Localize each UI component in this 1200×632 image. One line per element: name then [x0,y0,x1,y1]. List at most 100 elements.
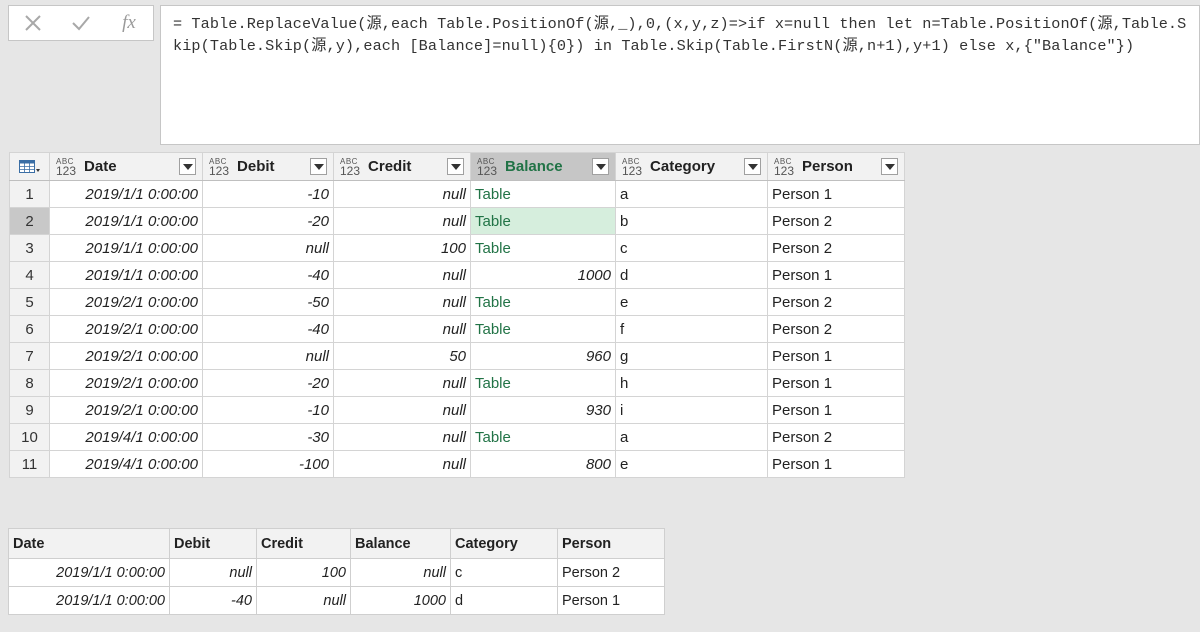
filter-dropdown-icon[interactable] [744,158,761,175]
filter-dropdown-icon[interactable] [310,158,327,175]
any-type-icon[interactable]: ABC 123 [774,157,794,177]
column-header-content[interactable]: ABC 123 Person [768,153,904,180]
cell-balance[interactable]: Table [470,423,616,451]
cell-person: Person 1 [767,450,905,478]
cell-debit: -100 [202,450,334,478]
cell-balance[interactable]: Table [470,315,616,343]
row-number[interactable]: 3 [9,234,50,262]
cell-credit: null [333,369,471,397]
preview-header-person: Person [557,528,665,559]
table-menu-icon[interactable] [10,153,49,180]
cell-category: e [615,450,768,478]
column-header-date[interactable]: ABC 123 Date [49,152,203,181]
cell-debit: -20 [202,207,334,235]
column-name: Category [650,158,716,175]
type-label-bottom: 123 [56,163,77,178]
preview-row: 2019/1/1 0:00:00 -40 null 1000 d Person 1 [8,586,665,615]
table-row[interactable]: 3 2019/1/1 0:00:00 null 100 Table c Person 2 [9,234,905,262]
any-type-icon[interactable]: ABC 123 [340,157,360,177]
table-row[interactable]: 10 2019/4/1 0:00:00 -30 null Table a Person 2 [9,423,905,451]
column-name: Balance [505,158,563,175]
column-header-category[interactable]: ABC 123 Category [615,152,768,181]
row-number[interactable]: 8 [9,369,50,397]
query-grid: ABC 123 Date ABC 123 Debit ABC 123 Credit ABC 123 B… [9,152,905,478]
table-row[interactable]: 8 2019/2/1 0:00:00 -20 null Table h Person 1 [9,369,905,397]
cell-debit: -50 [202,288,334,316]
table-row[interactable]: 6 2019/2/1 0:00:00 -40 null Table f Person 2 [9,315,905,343]
cell-debit: -10 [202,396,334,424]
cell-credit: null [333,450,471,478]
column-header-content[interactable]: ABC 123 Category [616,153,767,180]
filter-dropdown-icon[interactable] [881,158,898,175]
cell-date: 2019/1/1 0:00:00 [49,234,203,262]
preview-header-balance: Balance [350,528,451,559]
table-row[interactable]: 9 2019/2/1 0:00:00 -10 null 930 i Person 1 [9,396,905,424]
table-row[interactable]: 1 2019/1/1 0:00:00 -10 null Table a Person 1 [9,180,905,208]
row-number[interactable]: 11 [9,450,50,478]
filter-dropdown-icon[interactable] [447,158,464,175]
filter-dropdown-icon[interactable] [179,158,196,175]
column-header-balance[interactable]: ABC 123 Balance [470,152,616,181]
grid-header-row: ABC 123 Date ABC 123 Debit ABC 123 Credit ABC 123 B… [9,152,905,181]
preview-cell-date: 2019/1/1 0:00:00 [8,586,170,615]
column-header-content[interactable]: ABC 123 Balance [471,153,615,180]
table-corner[interactable] [9,152,50,181]
row-number[interactable]: 2 [9,207,50,235]
any-type-icon[interactable]: ABC 123 [622,157,642,177]
cell-date: 2019/2/1 0:00:00 [49,342,203,370]
cell-balance[interactable]: Table [470,180,616,208]
cell-category: h [615,369,768,397]
cell-balance[interactable]: Table [470,369,616,397]
cell-date: 2019/2/1 0:00:00 [49,369,203,397]
cell-balance[interactable]: Table [470,234,616,262]
cell-person: Person 2 [767,207,905,235]
column-header-debit[interactable]: ABC 123 Debit [202,152,334,181]
preview-header-category: Category [450,528,558,559]
preview-header-row: Date Debit Credit Balance Category Person [8,528,665,559]
preview-cell-person: Person 2 [557,558,665,587]
column-name: Date [84,158,117,175]
cell-date: 2019/1/1 0:00:00 [49,261,203,289]
row-number[interactable]: 10 [9,423,50,451]
column-name: Credit [368,158,412,175]
cell-date: 2019/4/1 0:00:00 [49,423,203,451]
cell-credit: null [333,180,471,208]
row-number[interactable]: 7 [9,342,50,370]
cell-person: Person 2 [767,288,905,316]
column-name: Debit [237,158,275,175]
cell-debit: null [202,342,334,370]
column-header-credit[interactable]: ABC 123 Credit [333,152,471,181]
any-type-icon[interactable]: ABC 123 [56,157,76,177]
cell-credit: 100 [333,234,471,262]
cell-balance: 960 [470,342,616,370]
column-header-content[interactable]: ABC 123 Date [50,153,202,180]
cell-category: e [615,288,768,316]
table-row[interactable]: 5 2019/2/1 0:00:00 -50 null Table e Person 2 [9,288,905,316]
column-header-content[interactable]: ABC 123 Debit [203,153,333,180]
preview-header-debit: Debit [169,528,257,559]
table-row[interactable]: 11 2019/4/1 0:00:00 -100 null 800 e Person 1 [9,450,905,478]
cell-date: 2019/1/1 0:00:00 [49,207,203,235]
preview-cell-debit: -40 [169,586,257,615]
row-number[interactable]: 4 [9,261,50,289]
cell-credit: null [333,315,471,343]
any-type-icon[interactable]: ABC 123 [477,157,497,177]
fx-icon[interactable]: fx [113,9,145,37]
column-name: Person [802,158,853,175]
table-row[interactable]: 2 2019/1/1 0:00:00 -20 null Table b Person 2 [9,207,905,235]
column-header-person[interactable]: ABC 123 Person [767,152,905,181]
formula-input[interactable]: = Table.ReplaceValue(源,each Table.Positi… [160,5,1200,145]
cell-balance[interactable]: Table [470,288,616,316]
row-number[interactable]: 1 [9,180,50,208]
column-header-content[interactable]: ABC 123 Credit [334,153,470,180]
cell-balance[interactable]: Table [470,207,616,235]
check-icon[interactable] [65,9,97,37]
table-row[interactable]: 4 2019/1/1 0:00:00 -40 null 1000 d Person 1 [9,261,905,289]
row-number[interactable]: 5 [9,288,50,316]
any-type-icon[interactable]: ABC 123 [209,157,229,177]
row-number[interactable]: 6 [9,315,50,343]
x-icon[interactable] [17,9,49,37]
table-row[interactable]: 7 2019/2/1 0:00:00 null 50 960 g Person 1 [9,342,905,370]
row-number[interactable]: 9 [9,396,50,424]
filter-dropdown-icon[interactable] [592,158,609,175]
